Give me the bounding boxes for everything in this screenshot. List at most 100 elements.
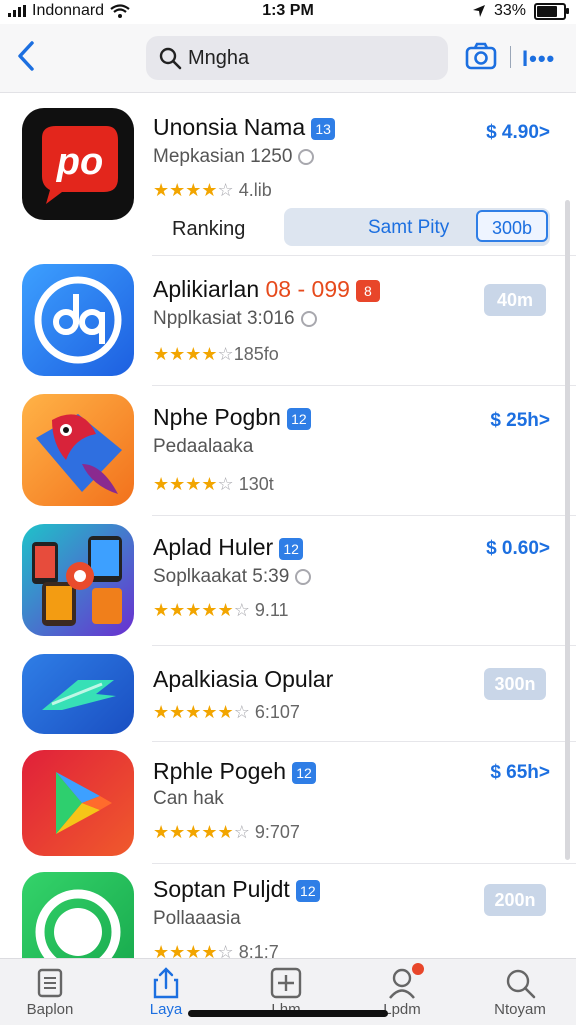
price-button[interactable]: $ 65h> — [490, 762, 550, 784]
info-icon — [295, 568, 312, 585]
app-title-text: Aplad Huler — [153, 534, 274, 560]
location-icon — [472, 5, 485, 17]
app-title-highlight: 08 - 099 — [265, 276, 350, 302]
price-button[interactable]: $ 4.90> — [486, 122, 550, 144]
list-item[interactable]: Aplikiarlan 08 - 099 8 Npplkasiat 3:016 ★… — [0, 256, 576, 386]
svg-text:po: po — [56, 141, 103, 183]
app-badge: 12 — [279, 537, 304, 560]
app-badge: 12 — [286, 407, 311, 430]
battery-percent: 33% — [493, 2, 526, 19]
battery-icon — [534, 2, 569, 20]
list-item[interactable]: Apalkiasia Opular ★★★★★☆ 6:107 300n — [0, 646, 576, 742]
tab-label: Baplon — [26, 1001, 74, 1018]
dj-logo-icon — [34, 276, 122, 364]
plus-square-icon — [270, 967, 302, 999]
list-item[interactable]: Rphle Pogeh 12 Can hak ★★★★★☆ 9:707 $ 65h… — [0, 742, 576, 864]
info-icon — [298, 148, 315, 165]
app-subtitle-text: Can hak — [153, 788, 224, 809]
app-title: Aplad Huler 12 — [153, 534, 304, 561]
app-badge: 13 — [311, 117, 336, 140]
price-button[interactable]: $ 0.60> — [486, 538, 550, 560]
info-icon — [300, 310, 317, 327]
scrollbar[interactable] — [565, 200, 570, 860]
ranking-segment[interactable]: Samt Pity 300b — [284, 208, 550, 246]
app-subtitle: Can hak — [153, 788, 224, 810]
rating-count: 6:107 — [254, 702, 300, 722]
app-subtitle-text: Mepkasian 1250 — [153, 146, 293, 167]
app-title-text: Rphle Pogeh — [153, 758, 286, 784]
app-subtitle: Pollaaasia — [153, 908, 241, 930]
app-title: Apalkiasia Opular — [153, 666, 333, 693]
stars-icon: ★★★★☆ — [153, 180, 234, 200]
segment-option[interactable]: Samt Pity — [368, 217, 449, 239]
price-button[interactable]: $ 25h> — [490, 410, 550, 432]
status-bar: Indonnard 1:3 PM 33% — [0, 0, 576, 24]
app-icon-blue-dj — [22, 264, 134, 376]
search-field[interactable]: Mngha — [146, 36, 448, 80]
get-button[interactable]: 300n — [484, 668, 546, 700]
app-rating: ★★★★☆ 130t — [153, 474, 274, 495]
list-item[interactable]: Aplad Huler 12 Soplkaakat 5:39 ★★★★★☆ 9.1… — [0, 516, 576, 646]
app-icon-devices — [22, 524, 134, 636]
app-icon-play — [22, 750, 134, 856]
tab-ntoyam[interactable]: Ntoyam — [470, 965, 570, 1018]
get-button[interactable]: 40m — [484, 284, 546, 316]
navigation-bar: Mngha I••• — [0, 24, 576, 93]
get-button[interactable]: 200n — [484, 884, 546, 916]
search-icon — [506, 969, 536, 999]
app-subtitle: Npplkasiat 3:016 — [153, 308, 317, 330]
app-title: Unonsia Nama 13 — [153, 114, 336, 141]
app-title-text: Aplikiarlan — [153, 276, 260, 302]
app-rating: ★★★★☆ 8:1:7 — [153, 942, 279, 958]
rating-count: 9.11 — [254, 600, 289, 620]
list-item[interactable]: Soptan Puljdt 12 Pollaaasia ★★★★☆ 8:1:7 2… — [0, 864, 576, 958]
app-subtitle-text: Pedaalaaka — [153, 436, 254, 457]
rating-count: 4.lib — [238, 180, 272, 200]
app-rating: ★★★★★☆ 9:707 — [153, 822, 300, 843]
arrow-icon — [42, 680, 116, 710]
app-icon-red-chat: po — [22, 108, 134, 220]
chat-bubble-icon: po — [42, 126, 118, 204]
camera-icon[interactable] — [465, 42, 497, 70]
tab-baplon[interactable]: Baplon — [0, 965, 100, 1018]
share-icon — [153, 967, 179, 999]
app-title-text: Soptan Puljdt — [153, 876, 290, 902]
home-indicator[interactable] — [188, 1010, 388, 1017]
nav-divider — [510, 46, 511, 68]
notification-badge — [412, 963, 424, 975]
app-icon-bird — [22, 394, 134, 506]
app-subtitle-text: Npplkasiat 3:016 — [153, 308, 295, 329]
app-title: Nphe Pogbn 12 — [153, 404, 311, 431]
more-icon: I••• — [522, 46, 556, 71]
chevron-left-icon — [18, 41, 34, 71]
app-title-text: Nphe Pogbn — [153, 404, 281, 430]
app-title: Aplikiarlan 08 - 099 8 — [153, 276, 380, 303]
list-item[interactable]: Nphe Pogbn 12 Pedaalaaka ★★★★☆ 130t $ 25h… — [0, 386, 576, 516]
tab-label: Ntoyam — [494, 1001, 546, 1018]
rating-count: 9:707 — [254, 822, 300, 842]
app-icon-green-chat — [22, 872, 134, 958]
app-badge: 12 — [292, 761, 316, 784]
app-subtitle: Pedaalaaka — [153, 436, 253, 458]
segment-value-button[interactable]: 300b — [476, 210, 548, 242]
rating-count: 185fo — [233, 344, 279, 364]
app-title-text: Apalkiasia Opular — [153, 666, 334, 692]
stars-icon: ★★★★☆ — [153, 942, 234, 958]
play-store-icon — [56, 772, 112, 834]
app-subtitle: Soplkaakat 5:39 — [153, 566, 312, 588]
status-right: 33% — [472, 2, 569, 20]
stars-icon: ★★★★★☆ — [153, 600, 250, 620]
app-subtitle-text: Soplkaakat 5:39 — [153, 566, 290, 587]
app-subtitle: Mepkasian 1250 — [153, 146, 315, 168]
app-rating: ★★★★☆185fo — [153, 344, 279, 365]
app-icon-arrow — [22, 654, 134, 734]
search-input[interactable]: Mngha — [188, 47, 249, 70]
app-subtitle-text: Pollaaasia — [153, 908, 241, 929]
ranking-label: Ranking — [172, 218, 246, 240]
chat-circle-icon — [35, 889, 121, 958]
back-button[interactable] — [12, 38, 40, 74]
search-icon — [159, 47, 182, 70]
devices-collage-icon — [32, 536, 122, 626]
app-rating: ★★★★★☆ 9.11 — [153, 600, 289, 621]
more-button[interactable]: I••• — [522, 46, 555, 72]
